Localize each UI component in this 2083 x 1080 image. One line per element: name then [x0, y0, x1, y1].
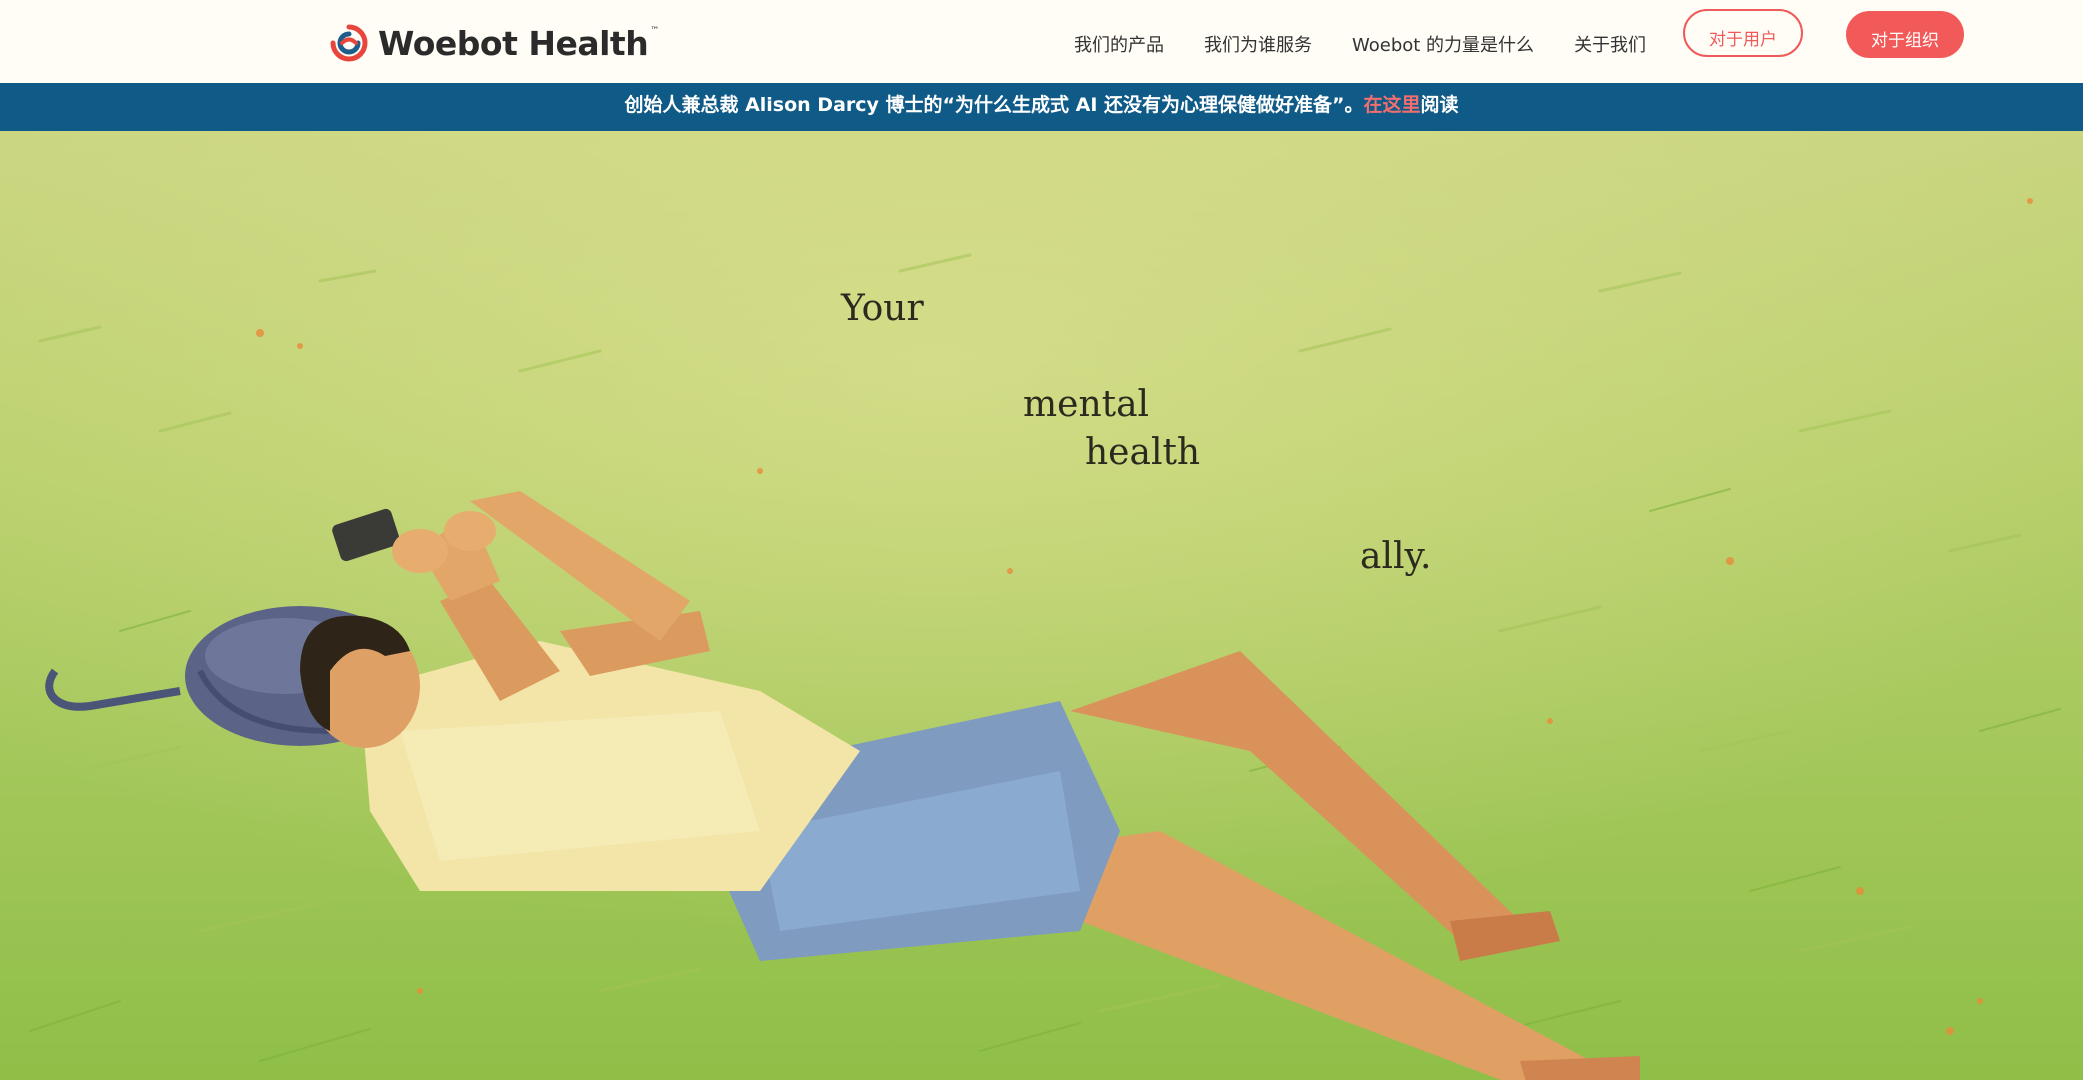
nav-item-who-we-serve[interactable]: 我们为谁服务 — [1204, 34, 1312, 58]
banner-suffix: 阅读 — [1420, 94, 1459, 116]
for-organizations-button[interactable]: 对于组织 — [1846, 11, 1964, 58]
announcement-banner: 创始人兼总裁 Alison Darcy 博士的“为什么生成式 AI 还没有为心理… — [0, 83, 2083, 131]
tagline-your: Your — [841, 288, 924, 329]
banner-text: 创始人兼总裁 Alison Darcy 博士的“为什么生成式 AI 还没有为心理… — [624, 94, 1364, 116]
hero-illustration — [0, 131, 2083, 1080]
tagline-ally: ally. — [1360, 536, 1432, 577]
nav-item-products[interactable]: 我们的产品 — [1074, 34, 1164, 58]
hero-section: Your mental health ally. — [0, 131, 2083, 1080]
banner-link[interactable]: 在这里 — [1364, 94, 1421, 116]
for-users-button[interactable]: 对于用户 — [1683, 9, 1803, 57]
main-nav: 我们的产品 我们为谁服务 Woebot 的力量是什么 关于我们 — [1074, 34, 1686, 58]
trademark-symbol: ™ — [650, 25, 659, 36]
site-header: Woebot Health ™ 我们的产品 我们为谁服务 Woebot 的力量是什… — [0, 0, 2083, 83]
logo-text: Woebot Health ™ — [378, 23, 659, 63]
nav-item-about-us[interactable]: 关于我们 — [1574, 34, 1646, 58]
nav-item-woebot-power[interactable]: Woebot 的力量是什么 — [1352, 34, 1534, 58]
tagline-mental: mental — [1023, 384, 1150, 425]
woebot-logo-icon — [330, 24, 368, 62]
logo[interactable]: Woebot Health ™ — [328, 22, 659, 64]
tagline-health: health — [1085, 432, 1201, 473]
